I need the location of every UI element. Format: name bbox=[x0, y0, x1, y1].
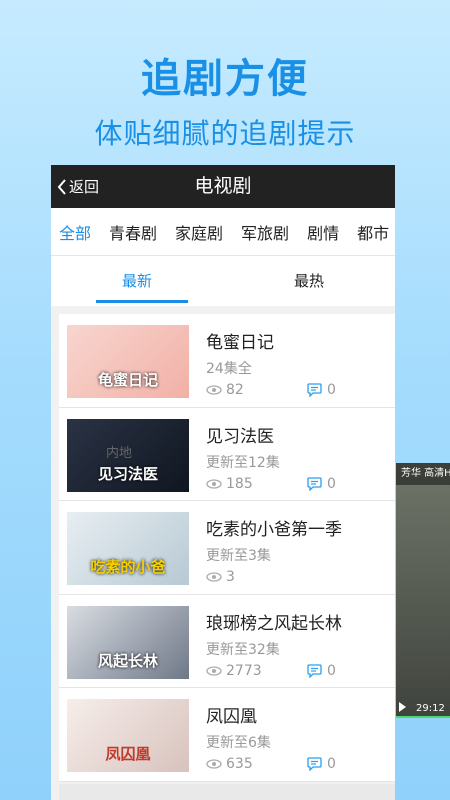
tab-latest[interactable]: 最新 bbox=[51, 256, 223, 306]
tab-drama[interactable]: 剧情 bbox=[307, 220, 339, 244]
view-count: 82 bbox=[206, 382, 244, 398]
comment-count: 0 bbox=[307, 476, 336, 492]
poster-image: 吃素的小爸 bbox=[67, 512, 189, 585]
chevron-left-icon bbox=[57, 178, 66, 195]
comment-icon bbox=[307, 663, 322, 678]
list-bottom bbox=[59, 784, 395, 800]
comment-icon bbox=[307, 476, 322, 491]
comment-count: 0 bbox=[307, 756, 336, 772]
eye-icon bbox=[206, 572, 222, 582]
poster-caption: 风起长林 bbox=[97, 651, 158, 670]
category-tabs: 全部 青春剧 家庭剧 军旅剧 剧情 都市 bbox=[51, 208, 395, 256]
tab-hottest[interactable]: 最热 bbox=[223, 256, 395, 306]
region-label: 内地 bbox=[106, 446, 133, 461]
view-count-value: 2773 bbox=[226, 662, 262, 679]
tab-all[interactable]: 全部 bbox=[59, 220, 91, 244]
item-title: 龟蜜日记 bbox=[206, 333, 274, 353]
comment-count-value: 0 bbox=[327, 756, 336, 772]
item-status: 更新至32集 bbox=[206, 641, 280, 658]
app-screen: 返回 电视剧 全部 青春剧 家庭剧 军旅剧 剧情 都市 最新 最热 龟蜜日记 龟… bbox=[51, 165, 395, 800]
view-count-value: 3 bbox=[226, 569, 235, 585]
item-status: 更新至12集 bbox=[206, 454, 280, 471]
comment-icon bbox=[307, 383, 322, 397]
poster-caption: 凤囚凰 bbox=[105, 745, 151, 763]
comment-count: 0 bbox=[307, 382, 336, 398]
poster-caption: 吃素的小爸 bbox=[90, 558, 166, 576]
promo-subline: 体贴细腻的追剧提示 bbox=[94, 117, 356, 150]
item-title: 凤囚凰 bbox=[206, 707, 257, 727]
view-count: 3 bbox=[206, 569, 235, 585]
item-status: 更新至3集 bbox=[206, 548, 271, 564]
comment-count-value: 0 bbox=[327, 382, 336, 398]
comment-count-value: 0 bbox=[327, 475, 336, 492]
eye-icon bbox=[206, 385, 222, 395]
poster-caption: 龟蜜日记 bbox=[97, 371, 158, 389]
side-video-preview: 芳华 高清H 29:12 bbox=[396, 463, 450, 718]
poster-caption: 见习法医 bbox=[97, 464, 158, 483]
comment-count: 0 bbox=[307, 663, 336, 679]
side-video-progress bbox=[396, 716, 450, 718]
poster-image: 凤囚凰 bbox=[67, 699, 189, 772]
view-count: 635 bbox=[206, 756, 253, 772]
drama-list: 龟蜜日记 龟蜜日记 24集全 82 0 见习法医 见习法医 更新至12集 185 bbox=[59, 314, 395, 782]
item-title: 见习法医 bbox=[206, 426, 274, 447]
tab-family[interactable]: 家庭剧 bbox=[175, 220, 223, 244]
tab-urban[interactable]: 都市 bbox=[357, 220, 389, 244]
item-status: 24集全 bbox=[206, 361, 252, 377]
page-title: 电视剧 bbox=[194, 175, 252, 197]
list-item[interactable]: 龟蜜日记 龟蜜日记 24集全 82 0 bbox=[59, 314, 395, 408]
eye-icon bbox=[206, 759, 222, 769]
view-count-value: 82 bbox=[226, 382, 244, 398]
eye-icon bbox=[206, 665, 222, 676]
promo-headline: 追剧方便 bbox=[141, 56, 309, 102]
back-label: 返回 bbox=[69, 178, 100, 196]
eye-icon bbox=[206, 478, 222, 489]
tab-military[interactable]: 军旅剧 bbox=[241, 220, 289, 244]
poster-image: 龟蜜日记 bbox=[67, 325, 189, 398]
list-item[interactable]: 吃素的小爸 吃素的小爸第一季 更新至3集 3 bbox=[59, 501, 395, 595]
view-count: 185 bbox=[206, 476, 253, 492]
list-item[interactable]: 凤囚凰 凤囚凰 更新至6集 635 0 bbox=[59, 688, 395, 782]
titlebar: 返回 电视剧 bbox=[51, 165, 395, 208]
comment-count-value: 0 bbox=[327, 662, 336, 679]
view-count-value: 635 bbox=[226, 756, 253, 772]
item-title: 琅琊榜之风起长林 bbox=[206, 613, 342, 634]
back-button[interactable]: 返回 bbox=[57, 165, 99, 208]
sort-tabs: 最新 最热 bbox=[51, 256, 395, 306]
play-icon bbox=[399, 702, 406, 712]
item-title: 吃素的小爸第一季 bbox=[206, 520, 342, 540]
side-video-duration: 29:12 bbox=[416, 703, 445, 714]
view-count-value: 185 bbox=[226, 475, 253, 492]
item-status: 更新至6集 bbox=[206, 735, 271, 751]
view-count: 2773 bbox=[206, 663, 262, 679]
comment-icon bbox=[307, 757, 322, 771]
tab-youth[interactable]: 青春剧 bbox=[109, 220, 157, 244]
side-video-title: 芳华 高清H bbox=[396, 463, 450, 485]
list-item[interactable]: 风起长林 琅琊榜之风起长林 更新至32集 2773 0 bbox=[59, 595, 395, 688]
poster-image: 风起长林 bbox=[67, 605, 189, 679]
active-tab-indicator bbox=[96, 300, 188, 303]
